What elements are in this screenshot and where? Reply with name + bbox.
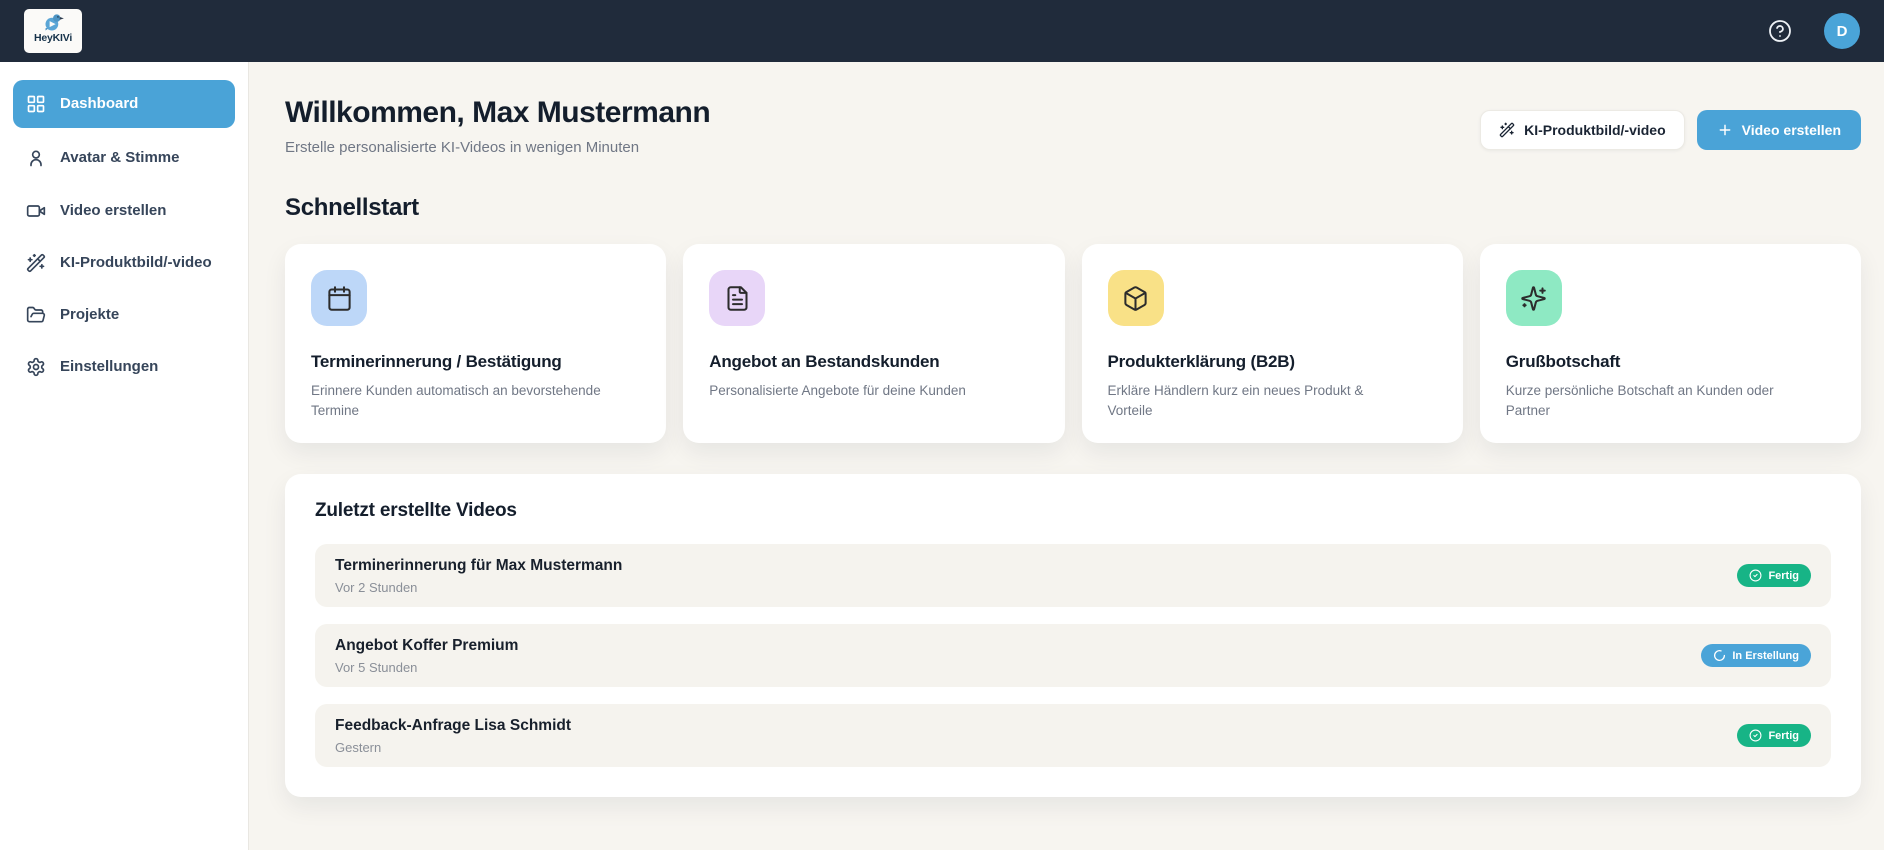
video-row[interactable]: Terminerinnerung für Max Mustermann Vor … [315, 544, 1831, 607]
status-badge: Fertig [1737, 564, 1811, 587]
quickstart-card-grussbotschaft[interactable]: Grußbotschaft Kurze persönliche Botschaf… [1479, 244, 1861, 443]
video-erstellen-button[interactable]: Video erstellen [1696, 110, 1861, 150]
sidebar-item-ki-produktbild-video[interactable]: KI-Produktbild/-video [13, 241, 235, 285]
video-title: Terminerinnerung für Max Mustermann [335, 556, 623, 574]
card-description: Kurze persönliche Botschaft an Kunden od… [1505, 383, 1774, 418]
status-label: Fertig [1768, 569, 1799, 582]
package-icon [1124, 285, 1147, 311]
status-badge: In Erstellung [1701, 644, 1811, 667]
main-content: Willkommen, Max Mustermann Erstelle pers… [249, 62, 1884, 850]
help-button[interactable] [1766, 17, 1794, 45]
plus-icon [1719, 124, 1731, 136]
sidebar-item-label: Dashboard [60, 95, 139, 112]
video-time: Vor 2 Stunden [335, 579, 418, 595]
card-icon-badge [1107, 270, 1164, 326]
help-circle-icon [1769, 20, 1791, 42]
check-circle-icon [1749, 729, 1762, 742]
status-label: Fertig [1768, 729, 1799, 742]
user-avatar[interactable]: D [1824, 13, 1860, 49]
file-text-icon [727, 285, 748, 311]
check-circle-icon [1749, 569, 1762, 582]
sidebar-item-label: Video erstellen [60, 201, 167, 219]
sidebar-item-dashboard[interactable]: Dashboard [13, 80, 235, 129]
card-description: Personalisierte Angebote für deine Kunde… [709, 383, 966, 398]
sidebar: Dashboard Avatar & Stimme Video erstelle… [0, 62, 249, 850]
status-label: In Erstellung [1732, 649, 1799, 662]
video-time: Gestern [335, 739, 382, 755]
gear-icon [27, 358, 45, 377]
video-camera-icon [26, 204, 46, 217]
card-title: Terminerinnerung / Bestätigung [311, 352, 562, 371]
sidebar-item-label: Einstellungen [60, 358, 159, 376]
card-title: Grußbotschaft [1505, 352, 1621, 371]
quickstart-card-terminerinnerung[interactable]: Terminerinnerung / Bestätigung Erinnere … [285, 244, 667, 443]
sidebar-item-avatar-stimme[interactable]: Avatar & Stimme [13, 136, 235, 180]
brand-name: HeyKIVi [33, 32, 73, 44]
spinner-icon [1713, 649, 1726, 662]
sidebar-item-label: Projekte [60, 306, 120, 323]
card-description: Erkläre Händlern kurz ein neues Produkt … [1107, 383, 1364, 418]
sidebar-item-projekte[interactable]: Projekte [13, 293, 235, 337]
status-badge: Fertig [1737, 724, 1811, 747]
topbar: HeyKIVi D [0, 0, 1884, 62]
button-label: KI-Produktbild/-video [1524, 122, 1666, 138]
app-logo[interactable]: HeyKIVi [24, 9, 82, 53]
button-label: Video erstellen [1741, 122, 1841, 138]
page-subtitle: Erstelle personalisierte KI-Videos in we… [285, 139, 640, 156]
dashboard-grid-icon [27, 95, 45, 113]
quickstart-card-angebot[interactable]: Angebot an Bestandskunden Personalisiert… [683, 244, 1065, 443]
sidebar-item-label: KI-Produktbild/-video [60, 253, 212, 271]
magic-wand-icon [1499, 122, 1515, 138]
quickstart-card-produkterklaerung[interactable]: Produkterklärung (B2B) Erkläre Händlern … [1081, 244, 1463, 443]
card-title: Angebot an Bestandskunden [709, 352, 940, 371]
quickstart-section-title: Schnellstart [285, 194, 419, 221]
calendar-icon [327, 285, 351, 311]
card-icon-badge [1505, 270, 1562, 326]
video-row[interactable]: Angebot Koffer Premium Vor 5 Stunden In … [315, 624, 1831, 687]
folder-icon [26, 306, 46, 323]
video-title: Angebot Koffer Premium [335, 636, 519, 654]
card-icon-badge [709, 270, 766, 326]
card-icon-badge [311, 270, 367, 326]
sidebar-item-einstellungen[interactable]: Einstellungen [13, 345, 235, 389]
quickstart-cards: Terminerinnerung / Bestätigung Erinnere … [285, 244, 1861, 443]
ki-produktbild-video-button[interactable]: KI-Produktbild/-video [1480, 110, 1685, 150]
recent-videos-card: Zuletzt erstellte Videos Terminerinnerun… [285, 474, 1861, 797]
video-row[interactable]: Feedback-Anfrage Lisa Schmidt Gestern Fe… [315, 704, 1831, 767]
page-title: Willkommen, Max Mustermann [285, 96, 711, 129]
video-time: Vor 5 Stunden [335, 659, 418, 675]
sidebar-item-video-erstellen[interactable]: Video erstellen [13, 189, 235, 233]
card-title: Produkterklärung (B2B) [1107, 352, 1296, 371]
magic-wand-icon [26, 253, 46, 273]
video-title: Feedback-Anfrage Lisa Schmidt [335, 716, 572, 734]
sparkles-icon [1521, 285, 1547, 311]
person-icon [30, 150, 42, 167]
sidebar-item-label: Avatar & Stimme [60, 149, 180, 167]
card-description: Erinnere Kunden automatisch an bevorsteh… [311, 383, 601, 418]
recent-videos-title: Zuletzt erstellte Videos [315, 500, 517, 521]
